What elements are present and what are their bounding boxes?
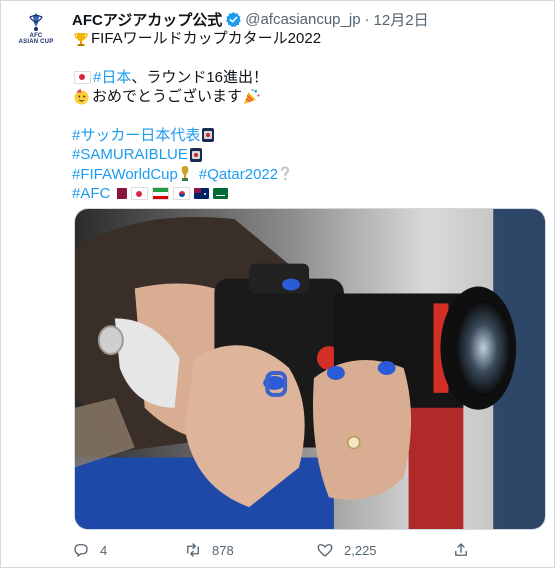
party-popper-icon [244,89,260,105]
hashtag-afc[interactable]: #AFC [72,184,110,204]
tweet-line-hashtag-4: #AFC [72,184,542,204]
share-icon [455,543,467,556]
retweet-button[interactable]: 878 [184,540,234,560]
avatar[interactable]: AFC ASIAN CUP [16,8,56,48]
jfa-crest-icon [189,147,202,162]
korea-flag-icon [173,187,191,201]
hashtag-fifaworldcup[interactable]: #FIFAWorldCup [72,165,178,185]
tweet-line-japan: #日本 、ラウンド16進出！ [72,68,542,88]
party-face-icon [74,88,89,105]
hashtag-qatar2022[interactable]: #Qatar2022 [199,165,278,185]
tweet-line-title: FIFAワールドカップカタール2022 [72,29,542,49]
hashtag-soccer-japan[interactable]: #サッカー日本代表 [72,126,200,146]
tweet-line-japan-text: 、ラウンド16進出！ [131,68,269,86]
tweet-line-hashtag-1: #サッカー日本代表 [72,126,542,146]
tweet-date[interactable]: 12月2日 [374,9,429,30]
heart-icon [317,544,333,557]
japan-flag-icon [74,70,91,84]
jfa-crest-icon [202,128,215,143]
tweet-line-title-text: FIFAワールドカップカタール2022 [91,30,322,47]
hashtag-japan[interactable]: #日本 [93,68,131,88]
question-mark-icon [281,166,290,181]
retweet-count: 878 [212,542,234,558]
tweet-header: AFCアジアカップ公式 @afcasiancup_jp · 12月2日 [72,9,429,29]
reply-icon [74,544,88,557]
reply-button[interactable]: 4 [72,540,107,560]
tweet-text: FIFAワールドカップカタール2022 #日本 、ラウンド16進出！ おめでとう… [72,29,542,204]
display-name[interactable]: AFCアジアカップ公式 [72,9,222,30]
avatar-text-asian-cup: ASIAN CUP [18,39,54,45]
share-button[interactable] [452,540,480,560]
tweet-photo[interactable] [74,208,546,530]
tweet-line-congrats: おめでとうございます [72,87,542,107]
like-button[interactable]: 2,225 [316,540,377,560]
trophy-icon [74,32,88,46]
user-handle[interactable]: @afcasiancup_jp [245,11,360,28]
qatar-flag-icon [112,188,128,200]
japan-flag-icon [131,187,149,201]
retweet-icon [187,543,199,557]
tweet-line-hashtag-3: #FIFAWorldCup #Qatar2022 [72,165,542,185]
reply-count: 4 [100,542,108,558]
tweet-line-hashtag-2: #SAMURAIBLUE [72,145,542,165]
iran-flag-icon [152,187,170,201]
world-cup-trophy-icon [181,166,189,182]
verified-badge-icon [226,11,242,27]
saudi-flag-icon [213,188,229,200]
hashtag-samuraiblue[interactable]: #SAMURAIBLUE [72,145,188,165]
header-separator: · [364,10,370,28]
afc-logo-icon [29,13,43,31]
australia-flag-icon [194,188,210,200]
like-count: 2,225 [344,542,377,558]
tweet-line-congrats-text: おめでとうございます [92,88,243,105]
photo-photographer-with-camera [75,209,545,529]
tweet-actions: 4 878 2,225 [72,540,472,560]
